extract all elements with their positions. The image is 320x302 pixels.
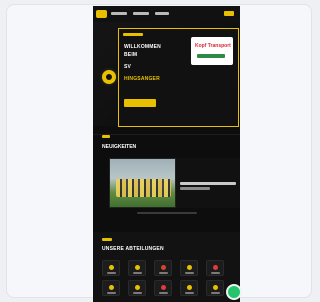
tile-icon — [213, 285, 218, 290]
divider — [93, 134, 240, 135]
news-card-text[interactable] — [176, 158, 240, 208]
quick-links-section: UNSERE ABTEILUNGEN — [93, 232, 240, 302]
quick-link-tile[interactable] — [154, 280, 172, 296]
tile-icon — [213, 265, 218, 270]
quick-link-tile[interactable] — [180, 280, 198, 296]
tile-label — [133, 292, 142, 294]
team-group-image — [116, 179, 171, 197]
quick-link-tile[interactable] — [128, 280, 146, 296]
nav-link[interactable] — [155, 12, 169, 15]
quick-link-tile[interactable] — [102, 260, 120, 276]
hero-kicker — [123, 33, 143, 36]
news-headline — [180, 182, 236, 185]
quick-link-tile[interactable] — [128, 260, 146, 276]
hero-content: WILLKOMMEN BEIM SV HINGSANGER Kopf Trans… — [118, 28, 239, 127]
crest-center-icon — [106, 74, 112, 80]
sponsor-logo-bar — [197, 54, 225, 58]
hero-title-line: BEIM — [124, 52, 138, 58]
hero-title-line: SV — [124, 64, 132, 70]
team-photo[interactable] — [109, 158, 176, 208]
menu-button[interactable] — [224, 11, 234, 16]
carousel-indicator[interactable] — [137, 212, 197, 214]
tile-label — [211, 272, 220, 274]
section-kicker — [102, 135, 110, 138]
quick-link-tile[interactable] — [206, 280, 224, 296]
tile-label — [211, 292, 220, 294]
tile-label — [159, 292, 168, 294]
news-subline — [180, 187, 210, 190]
tile-icon — [109, 285, 114, 290]
tile-icon — [187, 285, 192, 290]
tile-label — [185, 272, 194, 274]
tile-icon — [135, 285, 140, 290]
section-kicker — [102, 238, 112, 241]
quick-link-tile[interactable] — [206, 260, 224, 276]
nav-link[interactable] — [111, 12, 127, 15]
sponsor-logo: Kopf Transport — [191, 37, 233, 65]
tile-icon — [109, 265, 114, 270]
tile-icon — [187, 265, 192, 270]
tile-icon — [161, 265, 166, 270]
club-logo-icon[interactable] — [96, 10, 107, 18]
hero-cta-button[interactable] — [124, 99, 156, 107]
tile-icon — [161, 285, 166, 290]
quick-link-tile[interactable] — [102, 280, 120, 296]
section-title-news: NEUIGKEITEN — [102, 144, 137, 150]
hero-title-line: HINGSANGER — [124, 76, 160, 82]
club-crest-icon — [100, 68, 118, 86]
tile-label — [185, 292, 194, 294]
chat-bubble-icon[interactable] — [228, 286, 240, 298]
sponsor-name: Kopf Transport — [195, 43, 231, 49]
mobile-page: WILLKOMMEN BEIM SV HINGSANGER Kopf Trans… — [93, 6, 240, 302]
section-title-quick: UNSERE ABTEILUNGEN — [102, 246, 164, 252]
tile-icon — [135, 265, 140, 270]
tile-label — [107, 292, 116, 294]
tile-label — [159, 272, 168, 274]
tile-label — [107, 272, 116, 274]
top-nav — [93, 6, 240, 22]
hero-title-line: WILLKOMMEN — [124, 44, 161, 50]
quick-link-tile[interactable] — [180, 260, 198, 276]
quick-link-tile[interactable] — [154, 260, 172, 276]
nav-link[interactable] — [133, 12, 149, 15]
tile-label — [133, 272, 142, 274]
